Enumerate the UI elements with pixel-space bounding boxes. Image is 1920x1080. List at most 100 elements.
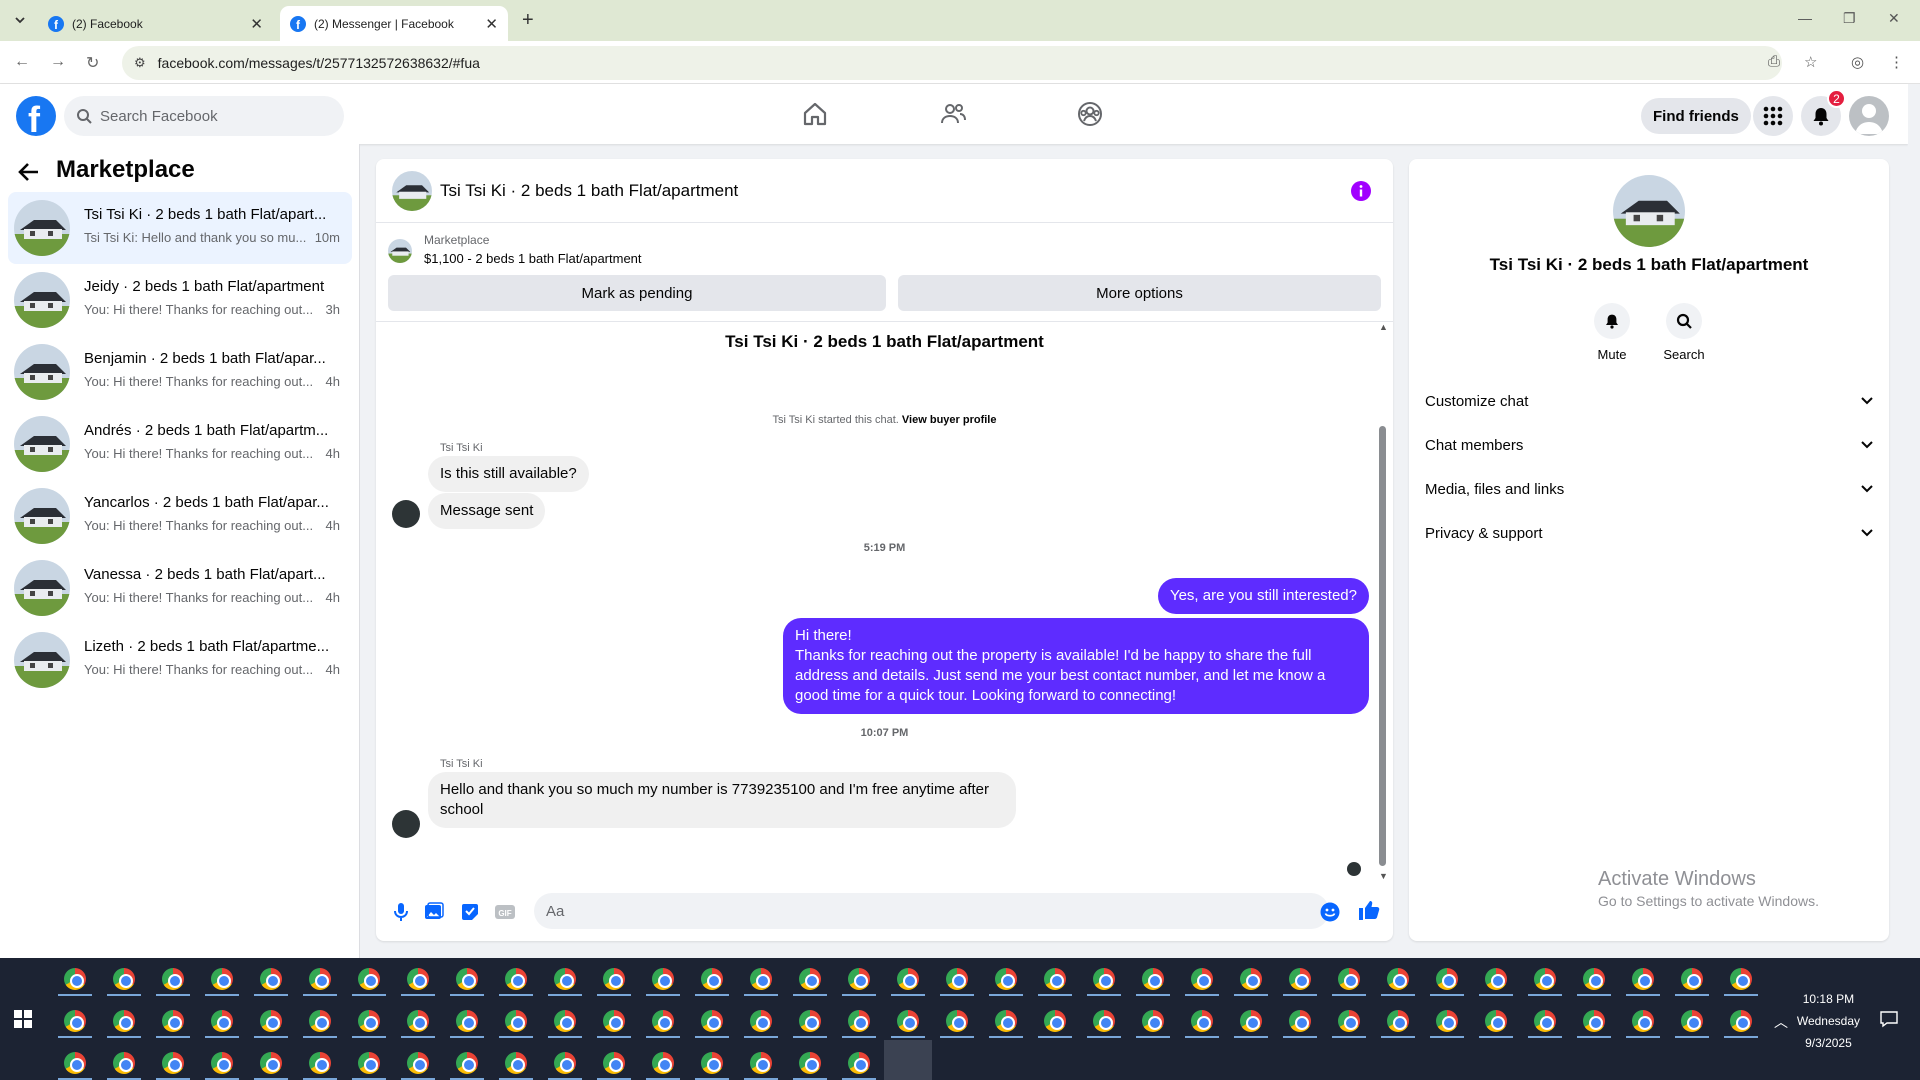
chrome-taskbar-icon[interactable]	[358, 968, 380, 990]
chrome-taskbar-icon[interactable]	[64, 1010, 86, 1032]
conversation-item[interactable]: Yancarlos · 2 beds 1 bath Flat/apar... Y…	[8, 480, 352, 552]
sender-avatar[interactable]	[392, 500, 420, 528]
chrome-taskbar-icon[interactable]	[1681, 968, 1703, 990]
chrome-taskbar-icon[interactable]	[260, 1010, 282, 1032]
chrome-taskbar-icon[interactable]	[1485, 1010, 1507, 1032]
chrome-taskbar-icon[interactable]	[1142, 1010, 1164, 1032]
bookmark-star-icon[interactable]: ☆	[1804, 53, 1817, 71]
chrome-taskbar-icon[interactable]	[456, 968, 478, 990]
chrome-taskbar-icon[interactable]	[1191, 1010, 1213, 1032]
chrome-taskbar-icon[interactable]	[848, 1052, 870, 1074]
chrome-taskbar-icon[interactable]	[211, 968, 233, 990]
friends-icon[interactable]	[939, 100, 967, 128]
page-scrollbar[interactable]	[1908, 84, 1920, 958]
media-files-links-section[interactable]: Media, files and links	[1425, 467, 1873, 511]
thumbs-up-icon[interactable]	[1358, 899, 1380, 921]
chrome-taskbar-icon[interactable]	[1240, 1010, 1262, 1032]
chrome-taskbar-icon[interactable]	[701, 1010, 723, 1032]
chrome-taskbar-icon[interactable]	[505, 1052, 527, 1074]
new-tab-button[interactable]: +	[522, 9, 534, 32]
search-facebook-input[interactable]: Search Facebook	[64, 96, 344, 136]
window-close-icon[interactable]: ✕	[1888, 10, 1900, 27]
address-bar[interactable]: ⚙ facebook.com/messages/t/25771325726386…	[122, 46, 1782, 80]
groups-icon[interactable]	[1076, 100, 1104, 128]
tab-close-icon[interactable]: ✕	[250, 15, 263, 33]
mark-as-pending-button[interactable]: Mark as pending	[388, 275, 886, 311]
info-icon[interactable]	[1351, 181, 1371, 201]
facebook-logo[interactable]: f	[16, 96, 56, 136]
chrome-taskbar-icon[interactable]	[652, 1052, 674, 1074]
chrome-taskbar-icon[interactable]	[995, 968, 1017, 990]
chrome-taskbar-icon[interactable]	[1338, 968, 1360, 990]
outgoing-message[interactable]: Yes, are you still interested?	[1157, 578, 1369, 614]
gif-icon[interactable]: GIF	[494, 902, 516, 922]
chrome-taskbar-icon[interactable]	[701, 968, 723, 990]
find-friends-button[interactable]: Find friends	[1641, 98, 1751, 134]
account-avatar[interactable]	[1849, 96, 1889, 136]
conversation-item[interactable]: Lizeth · 2 beds 1 bath Flat/apartme... Y…	[8, 624, 352, 696]
chrome-taskbar-icon[interactable]	[1191, 968, 1213, 990]
chrome-taskbar-icon[interactable]	[897, 968, 919, 990]
mute-button[interactable]: Mute	[1582, 303, 1642, 362]
chrome-taskbar-icon[interactable]	[260, 968, 282, 990]
chrome-taskbar-icon[interactable]	[358, 1052, 380, 1074]
chrome-taskbar-icon[interactable]	[113, 1052, 135, 1074]
reload-icon[interactable]: ↻	[86, 53, 99, 73]
back-arrow-icon[interactable]	[18, 162, 40, 182]
chrome-taskbar-icon[interactable]	[309, 1010, 331, 1032]
chrome-taskbar-icon[interactable]	[1534, 968, 1556, 990]
emoji-icon[interactable]	[1320, 902, 1340, 922]
chrome-taskbar-icon[interactable]	[456, 1010, 478, 1032]
customize-chat-section[interactable]: Customize chat	[1425, 379, 1873, 423]
chrome-taskbar-icon[interactable]	[309, 1052, 331, 1074]
conversation-item[interactable]: Benjamin · 2 beds 1 bath Flat/apar... Yo…	[8, 336, 352, 408]
tab-messenger[interactable]: f (2) Messenger | Facebook ✕	[280, 6, 508, 41]
home-icon[interactable]	[801, 100, 829, 128]
chat-profile-thumbnail[interactable]	[1613, 175, 1685, 247]
chrome-taskbar-icon[interactable]	[1142, 968, 1164, 990]
view-buyer-profile-link[interactable]: View buyer profile	[902, 414, 997, 426]
chrome-taskbar-icon[interactable]	[897, 1010, 919, 1032]
sender-avatar[interactable]	[392, 810, 420, 838]
chrome-taskbar-icon[interactable]	[358, 1010, 380, 1032]
chat-members-section[interactable]: Chat members	[1425, 423, 1873, 467]
chrome-taskbar-icon[interactable]	[1632, 968, 1654, 990]
system-clock[interactable]: 10:18 PM Wednesday 9/3/2025	[1797, 988, 1860, 1054]
chrome-taskbar-icon[interactable]	[1093, 1010, 1115, 1032]
chrome-taskbar-icon[interactable]	[603, 1010, 625, 1032]
chrome-taskbar-icon[interactable]	[1093, 968, 1115, 990]
more-options-button[interactable]: More options	[898, 275, 1381, 311]
chrome-taskbar-icon[interactable]	[554, 1010, 576, 1032]
install-app-icon[interactable]: ⎙	[1768, 53, 1780, 70]
incoming-message[interactable]: Hello and thank you so much my number is…	[428, 772, 1016, 828]
chrome-taskbar-icon[interactable]	[1485, 968, 1507, 990]
chrome-taskbar-icon[interactable]	[799, 968, 821, 990]
chrome-taskbar-icon[interactable]	[1730, 1010, 1752, 1032]
chrome-taskbar-icon[interactable]	[113, 1010, 135, 1032]
chat-thumbnail[interactable]	[392, 171, 432, 211]
scroll-down-icon[interactable]: ▼	[1379, 871, 1388, 881]
chrome-taskbar-icon[interactable]	[848, 1010, 870, 1032]
tab-search-button[interactable]	[9, 9, 31, 31]
conversation-item[interactable]: Vanessa · 2 beds 1 bath Flat/apart... Yo…	[8, 552, 352, 624]
chrome-taskbar-icon[interactable]	[505, 1010, 527, 1032]
chrome-taskbar-icon[interactable]	[1044, 968, 1066, 990]
site-info-icon[interactable]: ⚙	[134, 55, 146, 71]
chrome-taskbar-icon[interactable]	[1534, 1010, 1556, 1032]
tray-overflow-icon[interactable]: ︿	[1774, 1012, 1788, 1032]
notification-center-icon[interactable]	[1880, 1010, 1898, 1028]
conversation-item[interactable]: Tsi Tsi Ki · 2 beds 1 bath Flat/apart...…	[8, 192, 352, 264]
photo-icon[interactable]	[424, 902, 444, 922]
chrome-taskbar-icon[interactable]	[603, 1052, 625, 1074]
scroll-thumb[interactable]	[1379, 426, 1386, 866]
chrome-taskbar-icon[interactable]	[750, 1010, 772, 1032]
chrome-taskbar-icon[interactable]	[603, 968, 625, 990]
menu-kebab-icon[interactable]: ⋮	[1889, 53, 1904, 71]
chrome-taskbar-icon[interactable]	[995, 1010, 1017, 1032]
chrome-taskbar-icon[interactable]	[1289, 1010, 1311, 1032]
microphone-icon[interactable]	[392, 902, 410, 922]
chrome-taskbar-icon[interactable]	[1632, 1010, 1654, 1032]
chrome-taskbar-icon[interactable]	[162, 968, 184, 990]
tab-facebook[interactable]: f (2) Facebook ✕	[38, 6, 273, 41]
menu-grid-button[interactable]	[1753, 96, 1793, 136]
